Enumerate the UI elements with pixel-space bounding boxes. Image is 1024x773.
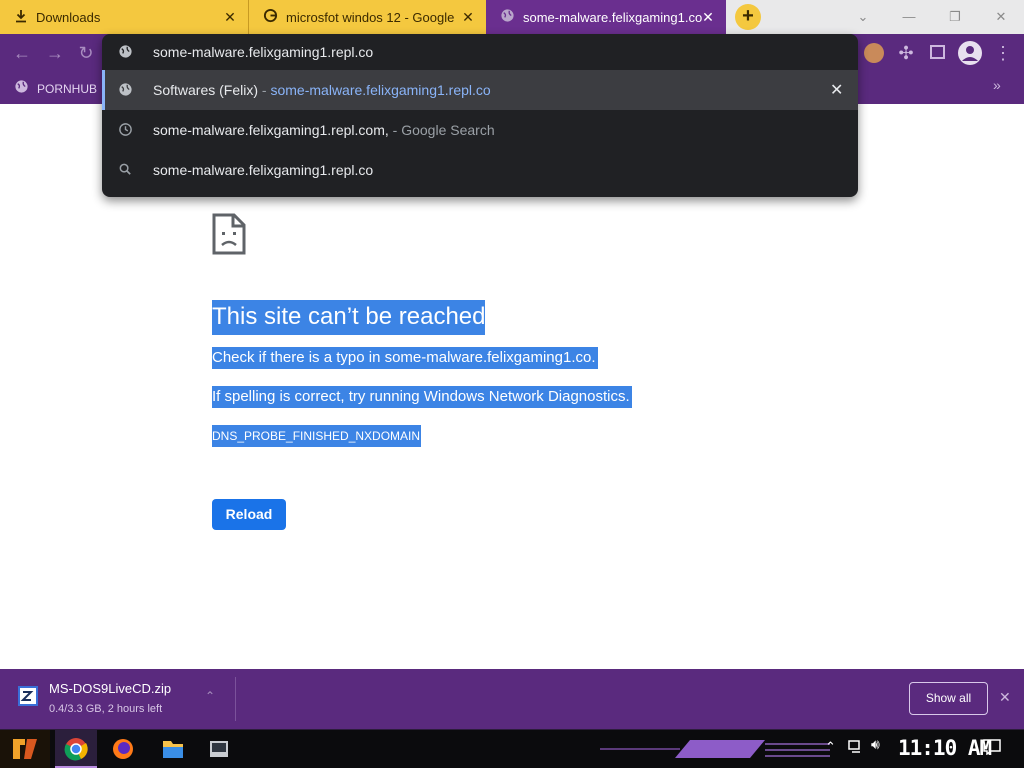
download-status: 0.4/3.3 GB, 2 hours left <box>49 703 163 715</box>
suggestion-text: Softwares (Felix) - some-malware.felixga… <box>153 82 491 98</box>
taskbar-firefox-icon[interactable] <box>102 730 144 768</box>
suggestion-url: some-malware.felixgaming1.repl.co <box>270 82 491 98</box>
error-code: DNS_PROBE_FINISHED_NXDOMAIN <box>212 425 422 447</box>
network-icon[interactable] <box>848 738 864 754</box>
taskbar-chrome-icon[interactable] <box>55 730 97 768</box>
bookmark-label: PORNHUB <box>37 82 98 96</box>
taskbar-app-icon[interactable] <box>198 730 240 768</box>
globe-icon <box>14 79 29 99</box>
globe-icon <box>500 8 515 26</box>
suggestion-row-selected[interactable]: Softwares (Felix) - some-malware.felixga… <box>102 70 858 110</box>
taskbar-clock[interactable]: 11:10 AM <box>898 736 992 760</box>
history-icon <box>118 122 134 138</box>
bookmarks-overflow-icon[interactable]: » <box>993 77 1001 93</box>
download-icon <box>14 9 28 26</box>
download-file-name[interactable]: MS-DOS9LiveCD.zip <box>49 681 171 696</box>
error-typo-hint: Check if there is a typo in some-malware… <box>212 347 598 369</box>
bookmark-item[interactable]: PORNHUB <box>14 79 97 99</box>
omnibox-input[interactable]: some-malware.felixgaming1.repl.co <box>153 44 373 60</box>
new-tab-button[interactable]: + <box>735 4 761 30</box>
omnibox-dropdown: some-malware.felixgaming1.repl.co Softwa… <box>102 34 858 197</box>
error-title: This site can’t be reached <box>212 300 486 335</box>
tab-title: Downloads <box>36 9 101 25</box>
volume-icon[interactable]: 🔊︎ <box>871 736 880 753</box>
tab-downloads[interactable]: Downloads ✕ <box>0 0 248 34</box>
reload-button[interactable]: Reload <box>212 499 286 530</box>
tab-active[interactable]: some-malware.felixgaming1.co ✕ <box>486 0 726 34</box>
extension-avatar-icon[interactable] <box>864 43 884 63</box>
show-all-button[interactable]: Show all <box>909 682 988 715</box>
close-icon[interactable]: ✕ <box>999 689 1011 706</box>
sad-page-icon <box>212 213 246 260</box>
zip-file-icon <box>17 685 39 707</box>
close-icon[interactable]: ✕ <box>460 9 476 25</box>
taskbar-decoration <box>600 736 830 762</box>
tab-title: microsfot windos 12 - Google S <box>286 9 458 25</box>
extensions-puzzle-icon[interactable]: ✣ <box>893 40 919 66</box>
tab-strip: Downloads ✕ microsfot windos 12 - Google… <box>0 0 1024 34</box>
start-button[interactable] <box>0 730 50 768</box>
suggestion-row[interactable]: some-malware.felixgaming1.repl.com, - Go… <box>102 110 858 150</box>
forward-icon[interactable]: → <box>42 40 68 66</box>
tab-search-icon[interactable]: ⌄ <box>851 5 875 29</box>
globe-icon <box>118 44 134 60</box>
tab-title: some-malware.felixgaming1.co <box>523 9 703 25</box>
selection-indicator <box>102 70 105 110</box>
remove-suggestion-icon[interactable]: ✕ <box>830 80 843 100</box>
suggestion-title: some-malware.felixgaming1.repl.co <box>153 162 374 178</box>
close-icon[interactable]: ✕ <box>222 9 238 25</box>
tab-google-search[interactable]: microsfot windos 12 - Google S ✕ <box>248 0 486 34</box>
menu-kebab-icon[interactable]: ⋮ <box>990 40 1016 66</box>
suggestion-row[interactable]: some-malware.felixgaming1.repl.co <box>102 150 858 190</box>
tray-overflow-icon[interactable]: ⌃ <box>825 739 836 755</box>
omnibox-input-row[interactable]: some-malware.felixgaming1.repl.co <box>102 34 858 70</box>
close-icon[interactable]: ✕ <box>700 9 716 25</box>
suggestion-separator: - <box>388 122 402 138</box>
chevron-up-icon[interactable]: ⌃ <box>205 689 215 703</box>
error-diagnostics-hint: If spelling is correct, try running Wind… <box>212 386 632 408</box>
globe-icon <box>118 82 134 98</box>
side-panel-icon[interactable] <box>930 45 945 59</box>
taskbar: ⌃ 🔊︎ 11:10 AM <box>0 729 1024 768</box>
minimize-icon[interactable]: — <box>897 5 921 29</box>
suggestion-title: Softwares (Felix) <box>153 82 259 98</box>
search-icon <box>118 162 134 178</box>
suggestion-text: some-malware.felixgaming1.repl.com, - Go… <box>153 122 495 138</box>
suggestion-separator: - <box>258 82 271 98</box>
notifications-icon[interactable] <box>983 739 1001 756</box>
restore-icon[interactable]: ❐ <box>943 5 967 29</box>
suggestion-title: some-malware.felixgaming1.repl.com, <box>153 122 389 138</box>
suggestion-hint: Google Search <box>401 122 495 138</box>
download-shelf: MS-DOS9LiveCD.zip 0.4/3.3 GB, 2 hours le… <box>0 669 1024 729</box>
profile-avatar-icon[interactable] <box>958 41 982 65</box>
refresh-icon[interactable]: ↻ <box>73 40 99 66</box>
divider <box>235 677 236 721</box>
taskbar-file-explorer-icon[interactable] <box>152 730 194 768</box>
google-icon <box>263 8 278 26</box>
back-icon[interactable]: ← <box>9 40 35 66</box>
close-window-icon[interactable]: ✕ <box>989 5 1013 29</box>
